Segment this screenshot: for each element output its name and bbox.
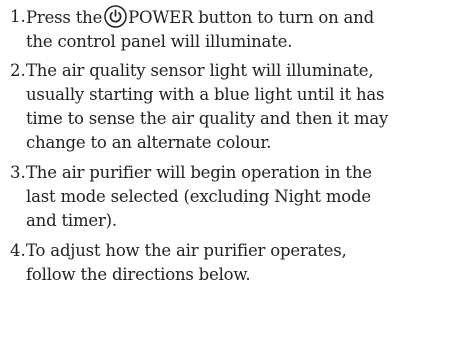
step-line: usually starting with a blue light until… [26, 85, 385, 104]
step-text: Press the POWER button to turn on and the… [26, 5, 452, 54]
step-line: follow the directions below. [26, 265, 251, 284]
step-line: and timer). [26, 211, 117, 230]
step-number: 1. [10, 7, 26, 26]
step-line: last mode selected (excluding Night mode [26, 187, 371, 206]
step-line: change to an alternate colour. [26, 133, 272, 152]
step-line: The air quality sensor light will illumi… [26, 61, 374, 80]
step-line: the control panel will illuminate. [26, 32, 293, 51]
step-text-before-icon: Press the [26, 8, 103, 27]
instruction-steps: 1. Press the POWER button to turn on and … [0, 0, 454, 340]
step-number: 2. [10, 61, 26, 80]
step-number: 3. [10, 163, 26, 182]
step-text: To adjust how the air purifier operates,… [26, 239, 452, 287]
step-number: 4. [10, 241, 26, 260]
step-text-after-icon: POWER button to turn on and [128, 8, 374, 27]
power-icon [104, 5, 127, 28]
step-text: The air purifier will begin operation in… [26, 161, 452, 233]
step-text: The air quality sensor light will illumi… [26, 59, 452, 155]
step-line: Press the POWER button to turn on and [26, 5, 452, 30]
step-line: The air purifier will begin operation in… [26, 163, 372, 182]
step-line: time to sense the air quality and then i… [26, 109, 389, 128]
step-line: To adjust how the air purifier operates, [26, 241, 347, 260]
